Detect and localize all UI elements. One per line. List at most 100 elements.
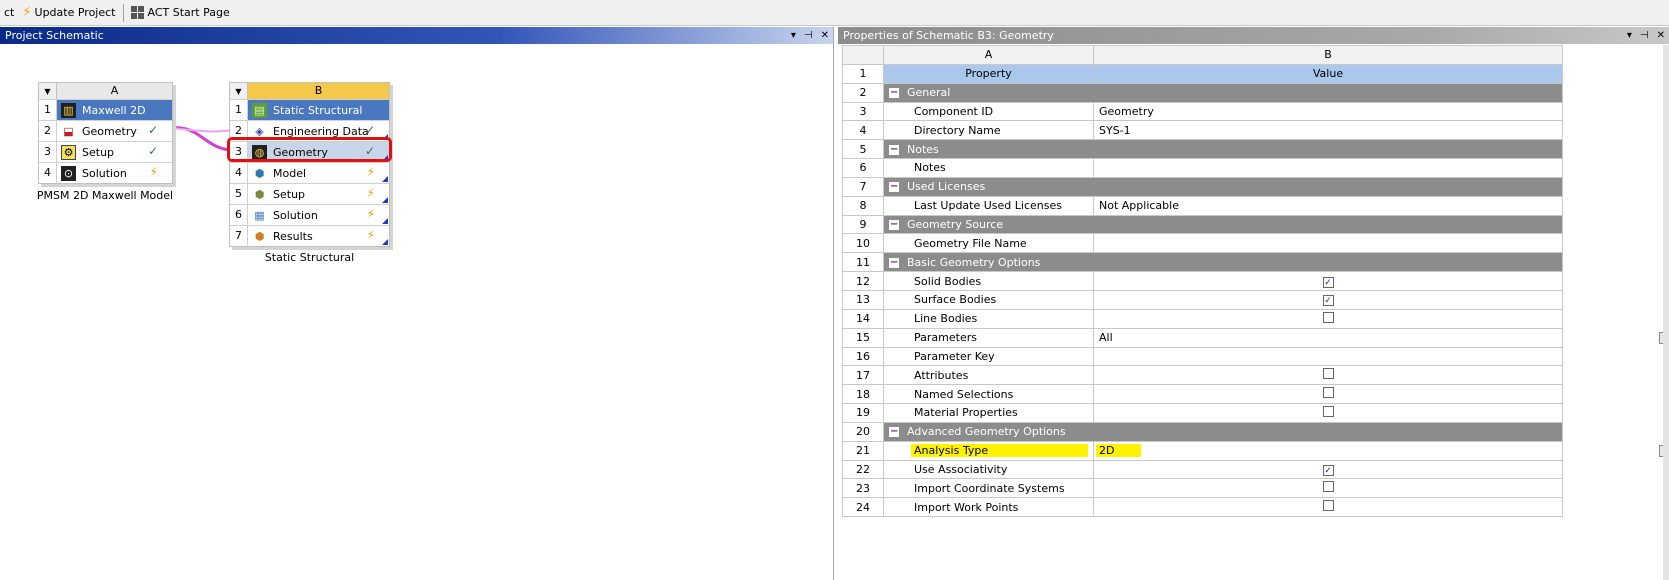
property-name-cell[interactable]: Line Bodies — [883, 308, 1094, 329]
checkbox[interactable]: ✓ — [1322, 295, 1334, 307]
cell-results[interactable]: 7 ⬢ Results ⚡ — [230, 225, 389, 246]
pane-menu-icon[interactable]: ▾ — [1627, 30, 1632, 41]
vertical-scrollbar[interactable] — [1663, 45, 1669, 580]
property-name-cell[interactable]: Geometry File Name — [883, 233, 1094, 254]
system-caption-b[interactable]: Static Structural — [229, 251, 390, 264]
column-header-a[interactable]: A — [883, 45, 1094, 65]
checkbox[interactable] — [1322, 387, 1334, 399]
cell-solution-a[interactable]: 4 ⊙ Solution ⚡ — [39, 162, 172, 183]
property-name-cell[interactable]: Directory Name — [883, 120, 1094, 141]
pin-icon[interactable]: ⊣ — [1640, 30, 1649, 41]
property-row[interactable]: 24 Import Work Points — [842, 497, 1563, 518]
cell-setup-b[interactable]: 5 ⬢ Setup ⚡ — [230, 183, 389, 204]
pin-icon[interactable]: ⊣ — [804, 30, 813, 41]
property-row[interactable]: 14 Line Bodies — [842, 308, 1563, 329]
category-cell[interactable]: − Advanced Geometry Options — [883, 421, 1563, 442]
cell-maxwell-2d[interactable]: 1 ▥ Maxwell 2D — [39, 99, 172, 120]
system-block-a[interactable]: ▼ A 1 ▥ Maxwell 2D 2 ⬓ Geometry ✓ 3 ⚙ Setup ✓… — [38, 82, 173, 184]
checkbox-cell[interactable] — [1093, 365, 1563, 386]
value-cell[interactable] — [1093, 233, 1563, 254]
property-row[interactable]: 19 Material Properties — [842, 403, 1563, 423]
checkbox[interactable] — [1322, 405, 1334, 417]
property-name-cell[interactable]: Surface Bodies — [883, 289, 1094, 310]
property-name-cell[interactable]: Component ID — [883, 101, 1094, 122]
category-row[interactable]: 11− Basic Geometry Options — [842, 252, 1563, 273]
collapse-icon[interactable]: − — [889, 182, 899, 193]
collapse-icon[interactable]: − — [889, 88, 899, 99]
property-row[interactable]: 22 Use Associativity ✓ — [842, 459, 1563, 480]
system-caption-a[interactable]: PMSM 2D Maxwell Model — [30, 189, 180, 202]
value-cell[interactable]: SYS-1 — [1093, 120, 1563, 141]
collapse-icon[interactable]: − — [889, 427, 899, 438]
category-cell[interactable]: − Basic Geometry Options — [883, 252, 1563, 273]
pane-menu-icon[interactable]: ▾ — [791, 30, 796, 41]
checkbox[interactable]: ✓ — [1322, 276, 1334, 288]
dropdown-cell[interactable]: 2D▼ — [1093, 440, 1669, 461]
category-cell[interactable]: − General — [883, 82, 1563, 103]
checkbox[interactable] — [1322, 500, 1334, 512]
collapse-icon[interactable]: − — [889, 144, 899, 155]
property-row[interactable]: 10 Geometry File Name — [842, 233, 1563, 254]
property-row[interactable]: 18 Named Selections — [842, 384, 1563, 405]
system-block-b[interactable]: ▼ B 1 ▤ Static Structural 2 ◈ Engineering … — [229, 82, 390, 247]
cell-static-structural[interactable]: 1 ▤ Static Structural — [230, 99, 389, 120]
checkbox[interactable] — [1322, 368, 1334, 380]
category-cell[interactable]: − Notes — [883, 139, 1563, 160]
category-cell[interactable]: − Geometry Source — [883, 214, 1563, 235]
cell-solution-b[interactable]: 6 ▦ Solution ⚡ — [230, 204, 389, 225]
property-name-cell[interactable]: Import Work Points — [883, 497, 1094, 518]
checkbox-cell[interactable]: ✓ — [1093, 459, 1563, 480]
checkbox[interactable] — [1322, 481, 1334, 493]
checkbox-cell[interactable] — [1093, 384, 1563, 405]
dropdown-cell[interactable]: All▼ — [1093, 327, 1669, 348]
checkbox-cell[interactable] — [1093, 478, 1563, 499]
toolbar-item-truncated[interactable]: ct — [0, 2, 18, 24]
checkbox[interactable] — [1322, 311, 1334, 323]
category-row[interactable]: 2− General — [842, 82, 1563, 103]
column-header-b[interactable]: B — [1093, 45, 1563, 65]
cell-geometry-a[interactable]: 2 ⬓ Geometry ✓ — [39, 120, 172, 141]
value-cell[interactable]: Not Applicable — [1093, 195, 1563, 216]
property-row[interactable]: 23 Import Coordinate Systems — [842, 478, 1563, 499]
checkbox-cell[interactable]: ✓ — [1093, 289, 1563, 310]
property-name-cell[interactable]: Named Selections — [883, 384, 1094, 405]
system-menu-icon[interactable]: ▼ — [230, 83, 248, 99]
checkbox-cell[interactable] — [1093, 308, 1563, 329]
property-row[interactable]: 12 Solid Bodies ✓ — [842, 271, 1563, 291]
collapse-icon[interactable]: − — [889, 220, 899, 231]
category-row[interactable]: 7− Used Licenses — [842, 176, 1563, 197]
checkbox-cell[interactable] — [1093, 403, 1563, 423]
property-name-cell[interactable]: Last Update Used Licenses — [883, 195, 1094, 216]
property-row[interactable]: 8 Last Update Used Licenses Not Applicable — [842, 195, 1563, 216]
system-menu-icon[interactable]: ▼ — [39, 83, 57, 99]
cell-engineering-data[interactable]: 2 ◈ Engineering Data ✓ — [230, 120, 389, 141]
property-row[interactable]: 21 Analysis Type 2D▼ — [842, 440, 1669, 461]
close-icon[interactable]: ✕ — [821, 30, 829, 41]
property-name-cell[interactable]: Notes — [883, 158, 1094, 178]
category-cell[interactable]: − Used Licenses — [883, 176, 1563, 197]
property-name-cell[interactable]: Material Properties — [883, 403, 1094, 423]
category-row[interactable]: 20− Advanced Geometry Options — [842, 421, 1563, 442]
property-row[interactable]: 16 Parameter Key — [842, 346, 1563, 367]
value-cell[interactable]: Geometry — [1093, 101, 1563, 122]
checkbox-cell[interactable]: ✓ — [1093, 271, 1563, 291]
property-row[interactable]: 4 Directory Name SYS-1 — [842, 120, 1563, 141]
property-name-cell[interactable]: Import Coordinate Systems — [883, 478, 1094, 499]
checkbox[interactable]: ✓ — [1322, 464, 1334, 476]
property-row[interactable]: 15 Parameters All▼ — [842, 327, 1669, 348]
cell-setup-a[interactable]: 3 ⚙ Setup ✓ — [39, 141, 172, 162]
property-name-cell[interactable]: Analysis Type — [883, 440, 1094, 461]
update-project-button[interactable]: ⚡ Update Project — [18, 2, 119, 24]
property-row[interactable]: 17 Attributes — [842, 365, 1563, 386]
collapse-icon[interactable]: − — [889, 257, 899, 268]
cell-model[interactable]: 4 ⬢ Model ⚡ — [230, 162, 389, 183]
property-name-cell[interactable]: Use Associativity — [883, 459, 1094, 480]
close-icon[interactable]: ✕ — [1657, 30, 1665, 41]
category-row[interactable]: 5− Notes — [842, 139, 1563, 160]
cell-geometry-b[interactable]: 3 ◍ Geometry ✓ — [230, 141, 389, 162]
property-row[interactable]: 3 Component ID Geometry — [842, 101, 1563, 122]
category-row[interactable]: 9− Geometry Source — [842, 214, 1563, 235]
property-name-cell[interactable]: Parameters — [883, 327, 1094, 348]
value-cell[interactable] — [1093, 158, 1563, 178]
property-row[interactable]: 13 Surface Bodies ✓ — [842, 289, 1563, 310]
